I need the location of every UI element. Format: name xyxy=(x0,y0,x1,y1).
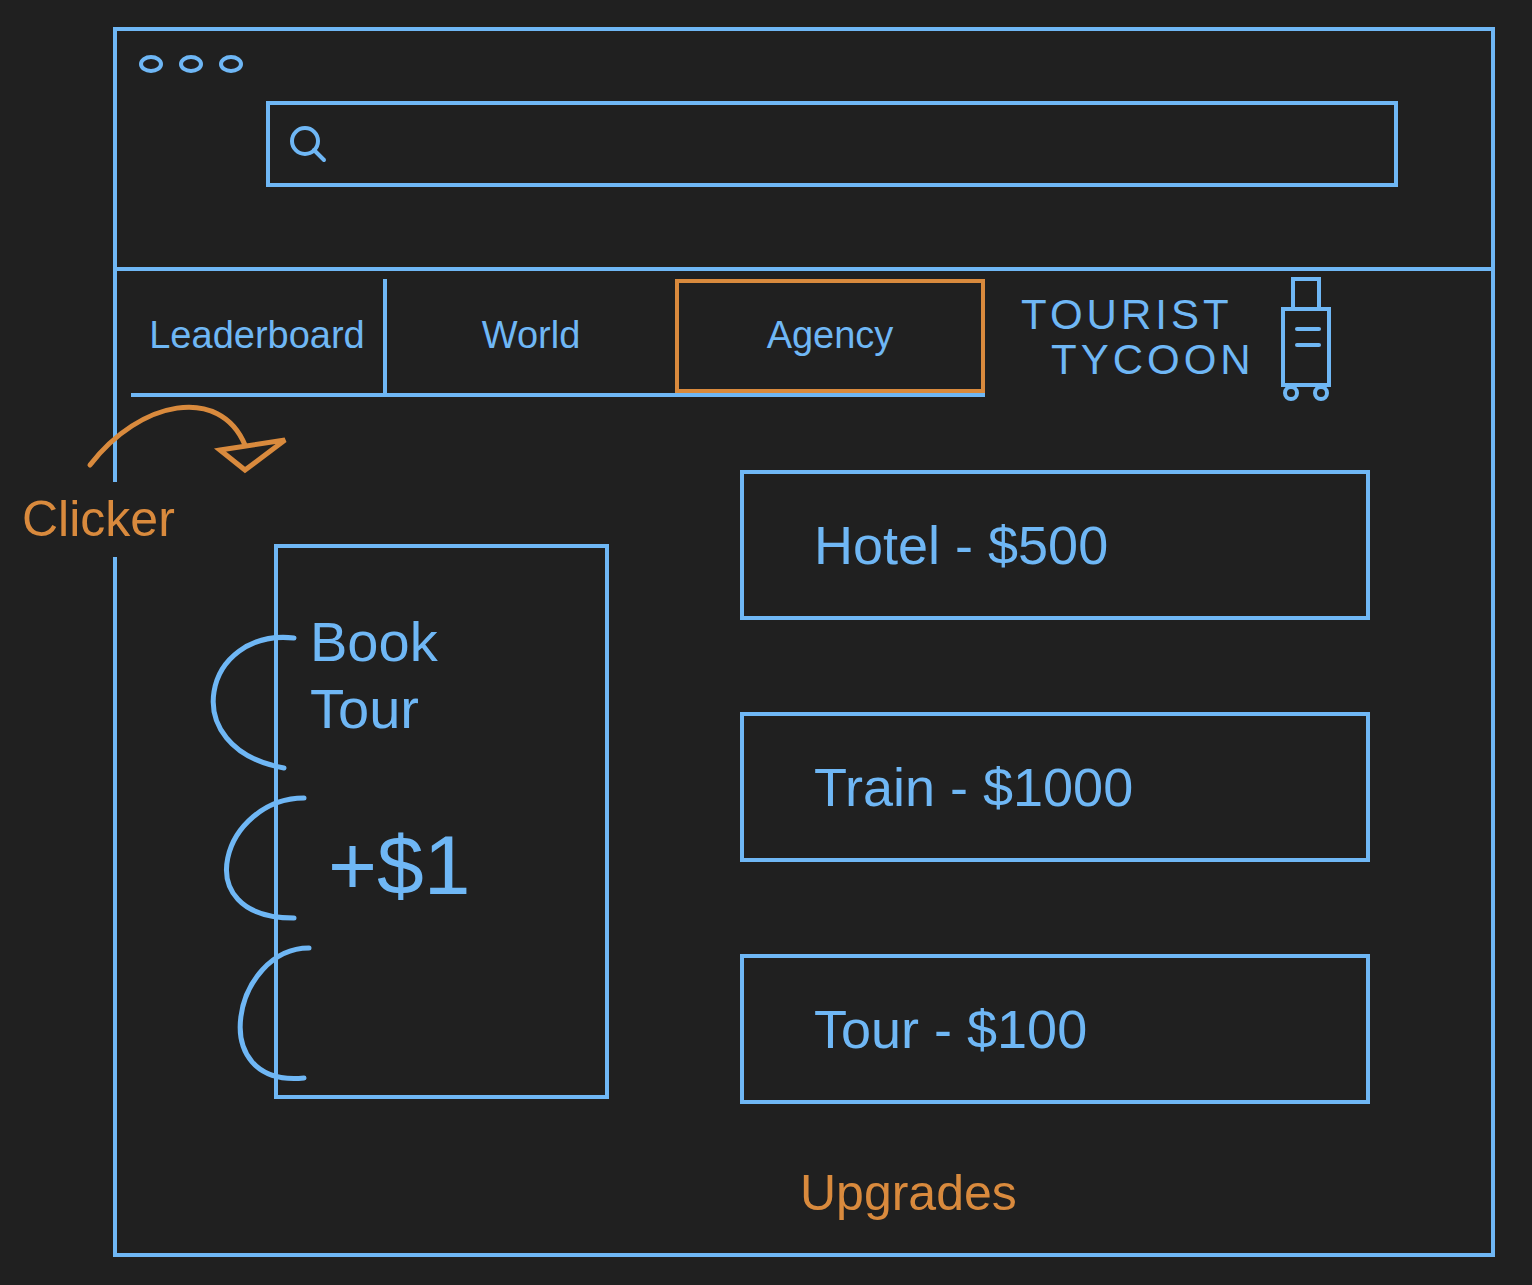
main-area: Book Tour +$1 Hotel - $500 Train - $1000 Tou… xyxy=(117,404,1491,1253)
clicker-label: Book Tour xyxy=(278,548,488,742)
luggage-icon xyxy=(1275,273,1339,403)
search-bar[interactable] xyxy=(266,101,1398,187)
clicker-annotation: Clicker xyxy=(18,482,179,557)
upgrade-button[interactable]: Tour - $100 xyxy=(740,954,1370,1104)
annotation-arrow-icon xyxy=(80,390,300,480)
tab[interactable]: Agency xyxy=(675,279,985,393)
tab-bar: LeaderboardWorldAgency xyxy=(131,279,985,397)
search-icon xyxy=(286,122,330,166)
app-title-line: TOURIST xyxy=(1021,293,1255,337)
browser-toolbar xyxy=(117,31,1491,271)
browser-frame: LeaderboardWorldAgencyTOURISTTYCOONBook … xyxy=(113,27,1495,1257)
upgrades-column: Hotel - $500 Train - $1000 Tour - $100 Upgr… xyxy=(740,404,1370,1253)
app-title: TOURISTTYCOON xyxy=(1021,273,1339,403)
window-controls-icon xyxy=(137,51,267,77)
clicker-column: Book Tour +$1 xyxy=(117,404,740,1253)
upgrade-button[interactable]: Train - $1000 xyxy=(740,712,1370,862)
book-tour-button[interactable]: Book Tour +$1 xyxy=(274,544,609,1099)
page: LeaderboardWorldAgencyTOURISTTYCOONBook … xyxy=(0,0,1532,1285)
nav-row: LeaderboardWorldAgency TOURISTTYCOON xyxy=(117,271,1491,404)
binder-rings-icon xyxy=(184,628,324,1108)
clicker-reward: +$1 xyxy=(278,802,605,928)
app-title-line: TYCOON xyxy=(1021,338,1255,382)
tab[interactable]: Leaderboard xyxy=(131,279,387,393)
tab[interactable]: World xyxy=(387,279,675,393)
upgrade-button[interactable]: Hotel - $500 xyxy=(740,470,1370,620)
upgrades-annotation: Upgrades xyxy=(740,1156,1370,1231)
